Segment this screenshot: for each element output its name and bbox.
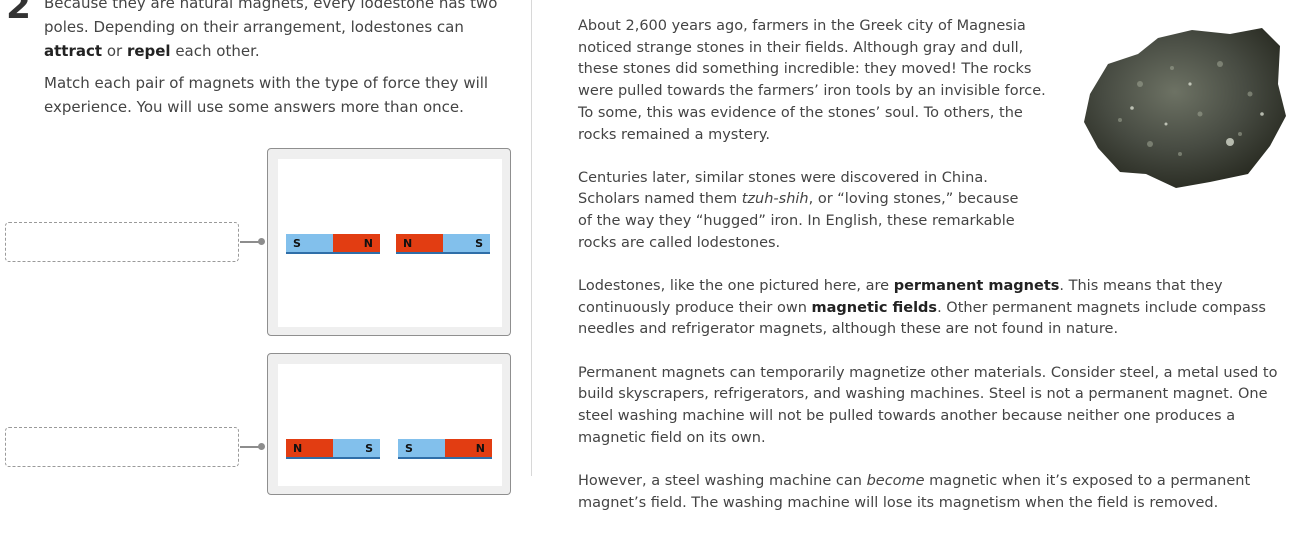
bar-magnet-1a: S N (286, 234, 380, 254)
question-intro: Because they are natural magnets, every … (44, 0, 498, 60)
magnet-pair-card-1: S N N S (267, 148, 511, 336)
answer-drop-slot-1[interactable] (5, 222, 239, 262)
passage-paragraph-1: About 2,600 years ago, farmers in the Gr… (578, 18, 1046, 143)
magnet-pole-label: N (333, 234, 380, 252)
magnet-pole-label: N (445, 439, 492, 457)
magnet-pole-label: N (286, 439, 333, 457)
magnet-pole-label: S (286, 234, 333, 252)
bar-magnet-1b: N S (396, 234, 490, 254)
passage-paragraph-3: Lodestones, like the one pictured here, … (578, 278, 1266, 338)
question-instructions: Match each pair of magnets with the type… (44, 74, 489, 116)
magnet-pole-label: S (398, 439, 445, 457)
magnet-pole-label: N (396, 234, 443, 252)
passage-paragraph-2: Centuries later, similar stones were dis… (578, 169, 1019, 251)
lodestone-image (1084, 28, 1286, 188)
permanent-magnets-term: permanent magnets (893, 278, 1060, 295)
passage-paragraph-5: However, a steel washing machine can bec… (578, 472, 1251, 511)
repel-term: repel (126, 42, 171, 60)
magnet-pair-card-2: N S S N (267, 353, 511, 495)
bar-magnet-2b: S N (398, 439, 492, 459)
magnet-pole-label: S (443, 234, 490, 252)
connector-dot-1 (258, 238, 265, 245)
attract-term: attract (44, 42, 103, 60)
magnetic-fields-term: magnetic fields (811, 299, 938, 316)
connector-dot-2 (258, 443, 265, 450)
answer-drop-slot-2[interactable] (5, 427, 239, 467)
question-prompt: Because they are natural magnets, every … (44, 0, 514, 127)
question-number: 2 (6, 0, 32, 27)
column-divider (531, 0, 532, 476)
bar-magnet-2a: N S (286, 439, 380, 459)
magnet-pole-label: S (333, 439, 380, 457)
passage-paragraph-4: Permanent magnets can temporarily magnet… (578, 364, 1278, 446)
